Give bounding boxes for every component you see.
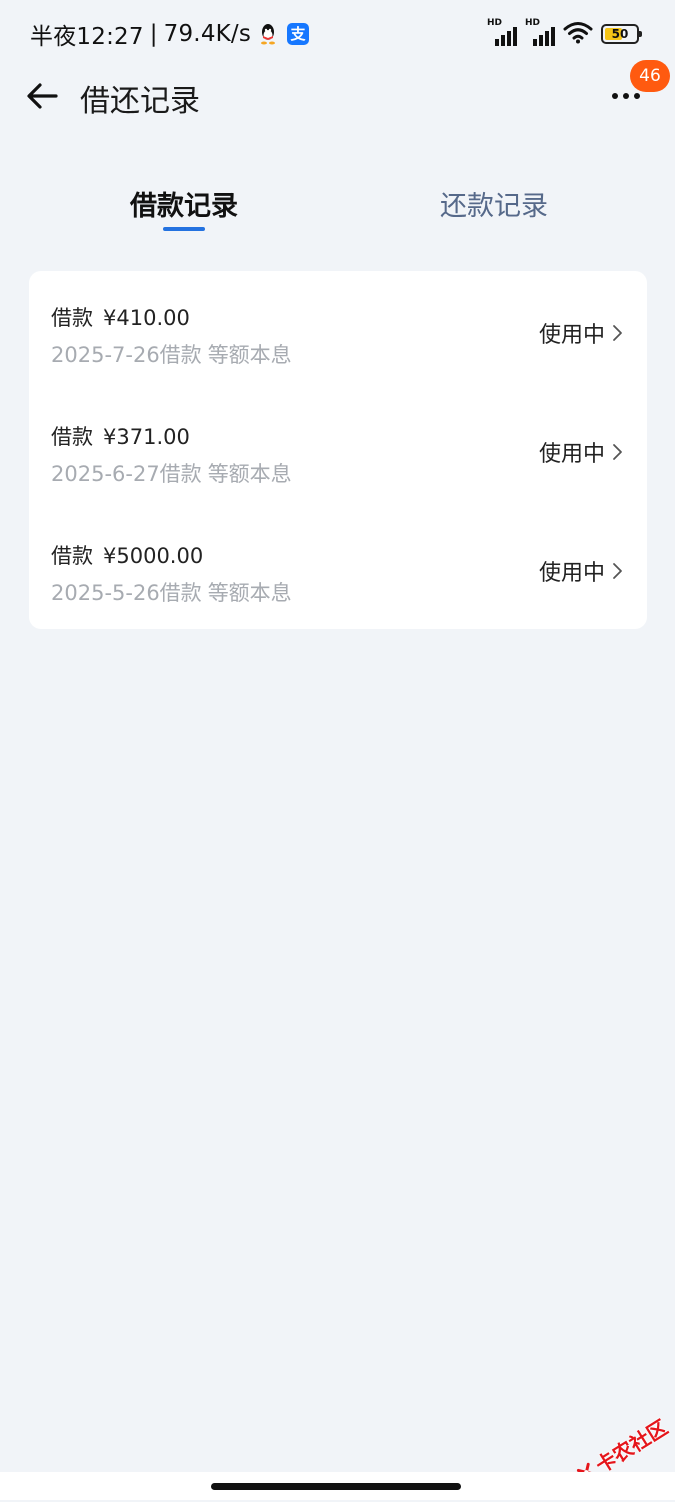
status-right: HD HD 50 xyxy=(487,18,642,48)
signal-icon-2: HD xyxy=(525,18,555,46)
status-separator: | xyxy=(149,21,158,47)
navigation-bar xyxy=(0,1472,675,1500)
record-date: 2025-6-27借款 xyxy=(51,462,202,486)
watermark-text: 卡农社区 xyxy=(590,1414,672,1478)
active-tab-indicator xyxy=(163,227,205,231)
page-title: 借还记录 xyxy=(80,84,200,119)
record-amount: ¥5000.00 xyxy=(103,544,204,568)
list-item[interactable]: 借款 ¥410.00 2025-7-26借款 等额本息 使用中 xyxy=(29,271,647,390)
record-date: 2025-5-26借款 xyxy=(51,581,202,605)
record-method: 等额本息 xyxy=(207,462,292,486)
record-subtitle: 2025-6-27借款 等额本息 xyxy=(51,458,292,488)
home-indicator[interactable] xyxy=(211,1483,461,1490)
status-bar: 半夜12:27 | 79.4K/s 支 HD HD 50 xyxy=(0,0,675,66)
record-amount: ¥371.00 xyxy=(103,425,190,449)
record-kind: 借款 xyxy=(51,425,93,449)
alipay-icon: 支 xyxy=(287,23,310,45)
record-method: 等额本息 xyxy=(207,343,292,367)
network-speed: 79.4K/s xyxy=(163,21,252,47)
record-title: 借款 ¥5000.00 xyxy=(51,540,203,570)
record-status-label: 使用中 xyxy=(538,561,605,586)
notification-badge: 46 xyxy=(630,60,670,92)
chevron-right-icon xyxy=(613,325,622,341)
qq-icon xyxy=(259,23,277,45)
list-item[interactable]: 借款 ¥5000.00 2025-5-26借款 等额本息 使用中 xyxy=(29,509,647,628)
header: 借还记录 46 xyxy=(0,60,675,126)
chevron-right-icon xyxy=(613,563,622,579)
record-subtitle: 2025-7-26借款 等额本息 xyxy=(51,339,292,369)
tab-borrow-records[interactable]: 借款记录 xyxy=(130,184,238,223)
record-date: 2025-7-26借款 xyxy=(51,343,202,367)
status-left: 半夜12:27 | 79.4K/s 支 xyxy=(30,17,310,51)
record-title: 借款 ¥371.00 xyxy=(51,421,190,451)
back-arrow-icon[interactable] xyxy=(22,78,62,114)
chevron-right-icon xyxy=(613,444,622,460)
list-item[interactable]: 借款 ¥371.00 2025-6-27借款 等额本息 使用中 xyxy=(29,390,647,509)
record-kind: 借款 xyxy=(51,544,93,568)
record-title: 借款 ¥410.00 xyxy=(51,302,190,332)
hd-label-2: HD xyxy=(525,18,541,28)
tab-repay-records[interactable]: 还款记录 xyxy=(440,184,548,223)
record-method: 等额本息 xyxy=(207,581,292,605)
status-time: 半夜12:27 xyxy=(30,24,144,50)
record-status: 使用中 xyxy=(539,436,623,468)
record-amount: ¥410.00 xyxy=(103,306,190,330)
wifi-icon xyxy=(563,20,593,48)
battery-icon: 50 xyxy=(601,24,642,44)
record-status-label: 使用中 xyxy=(538,442,605,467)
record-status: 使用中 xyxy=(539,555,623,587)
record-tabs: 借款记录 还款记录 xyxy=(0,180,675,240)
hd-label: HD xyxy=(487,18,503,28)
records-card: 借款 ¥410.00 2025-7-26借款 等额本息 使用中 借款 ¥371.00 … xyxy=(29,271,647,629)
record-kind: 借款 xyxy=(51,306,93,330)
record-status-label: 使用中 xyxy=(538,323,605,348)
record-status: 使用中 xyxy=(539,317,623,349)
record-subtitle: 2025-5-26借款 等额本息 xyxy=(51,577,292,607)
signal-icon: HD xyxy=(487,18,517,46)
battery-level: 50 xyxy=(611,27,629,41)
